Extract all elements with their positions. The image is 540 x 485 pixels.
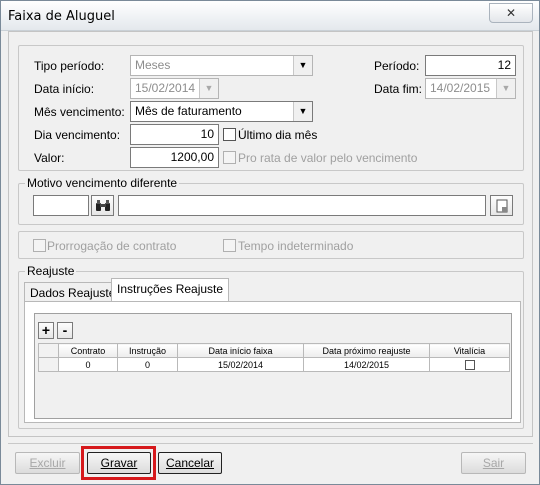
title-bar: Faixa de Aluguel ✕ (1, 1, 539, 31)
sair-label: Sair (482, 456, 505, 470)
lookup-icon (496, 199, 507, 213)
tab-instrucoes-reajuste[interactable]: Instruções Reajuste (111, 278, 230, 302)
pro-rata-checkbox[interactable] (223, 151, 236, 164)
cancelar-label: Cancelar (165, 456, 215, 470)
chevron-down-icon[interactable]: ▼ (293, 102, 312, 121)
mes-vencimento-select[interactable]: Mês de faturamento ▼ (130, 101, 313, 122)
mes-vencimento-value: Mês de faturamento (135, 104, 242, 118)
remove-row-button[interactable]: - (57, 322, 73, 339)
row-header-corner (38, 343, 59, 358)
column-header[interactable]: Contrato (58, 343, 118, 358)
tab-label: Instruções Reajuste (117, 282, 224, 296)
add-row-button[interactable]: + (38, 322, 54, 339)
motivo-legend: Motivo vencimento diferente (25, 176, 180, 190)
column-header[interactable]: Instrução (117, 343, 178, 358)
vitalicia-checkbox[interactable] (464, 359, 475, 370)
gravar-label: Gravar (100, 456, 138, 470)
cell-vitalicia[interactable] (429, 357, 510, 372)
tab-label: Dados Reajuste (30, 286, 116, 300)
chevron-down-icon[interactable]: ▼ (199, 79, 218, 98)
gravar-button[interactable]: Gravar (87, 452, 151, 474)
data-inicio-label: Data início: (34, 82, 95, 96)
table-row[interactable]: 0 0 15/02/2014 14/02/2015 (38, 357, 510, 372)
prorrogacao-checkbox[interactable] (33, 239, 46, 252)
excluir-label: Excluir (29, 456, 66, 470)
pro-rata-label: Pro rata de valor pelo vencimento (238, 151, 418, 165)
cell-data-inicio[interactable]: 15/02/2014 (177, 357, 304, 372)
valor-label: Valor: (34, 151, 65, 165)
valor-field[interactable]: 1200,00 (130, 147, 219, 168)
data-fim-label: Data fim: (374, 82, 423, 96)
mes-vencimento-label: Mês vencimento: (34, 105, 125, 119)
reajuste-grid: Contrato Instrução Data início faixa Dat… (38, 343, 510, 372)
close-button[interactable]: ✕ (489, 3, 533, 23)
periodo-label: Período: (374, 59, 420, 73)
ultimo-dia-label: Último dia mês (238, 128, 318, 142)
motivo-code-field[interactable] (33, 195, 89, 216)
row-header[interactable] (38, 357, 59, 372)
grid-header-row: Contrato Instrução Data início faixa Dat… (38, 343, 510, 358)
tipo-periodo-label: Tipo período: (34, 59, 105, 73)
cell-instrucao[interactable]: 0 (117, 357, 178, 372)
motivo-description-field[interactable] (118, 195, 486, 216)
minus-icon: - (62, 322, 68, 338)
periodo-field[interactable]: 12 (425, 55, 516, 76)
search-button[interactable] (91, 195, 114, 216)
window-title: Faixa de Aluguel (8, 9, 115, 24)
chevron-down-icon[interactable]: ▼ (293, 56, 312, 75)
column-header[interactable]: Data início faixa (177, 343, 304, 358)
column-header[interactable]: Vitalícia (429, 343, 510, 358)
chevron-down-icon[interactable]: ▼ (496, 79, 515, 98)
window: Faixa de Aluguel ✕ Tipo período: Meses ▼… (0, 0, 540, 485)
reajuste-legend: Reajuste (25, 264, 77, 278)
column-header[interactable]: Data próximo reajuste (303, 343, 430, 358)
sair-button[interactable]: Sair (461, 452, 526, 474)
dia-vencimento-field[interactable]: 10 (130, 124, 219, 145)
ultimo-dia-checkbox[interactable] (223, 128, 236, 141)
lookup-button[interactable] (490, 195, 513, 216)
excluir-button[interactable]: Excluir (15, 452, 80, 474)
close-icon: ✕ (505, 6, 517, 20)
plus-icon: + (41, 322, 51, 338)
data-inicio-field[interactable]: 15/02/2014 ▼ (130, 78, 219, 99)
tipo-periodo-value: Meses (135, 58, 171, 72)
tipo-periodo-select[interactable]: Meses ▼ (130, 55, 313, 76)
data-inicio-value: 15/02/2014 (135, 81, 196, 95)
cell-data-proximo[interactable]: 14/02/2015 (303, 357, 430, 372)
cell-contrato[interactable]: 0 (58, 357, 118, 372)
tempo-indeterminado-checkbox[interactable] (223, 239, 236, 252)
binoculars-icon (95, 200, 110, 211)
dia-vencimento-label: Dia vencimento: (34, 128, 121, 142)
prorrogacao-label: Prorrogação de contrato (47, 239, 177, 253)
cancelar-button[interactable]: Cancelar (158, 452, 222, 474)
footer-separator (8, 443, 533, 444)
data-fim-value: 14/02/2015 (430, 81, 491, 95)
tempo-indeterminado-label: Tempo indeterminado (238, 239, 354, 253)
data-fim-field[interactable]: 14/02/2015 ▼ (425, 78, 516, 99)
